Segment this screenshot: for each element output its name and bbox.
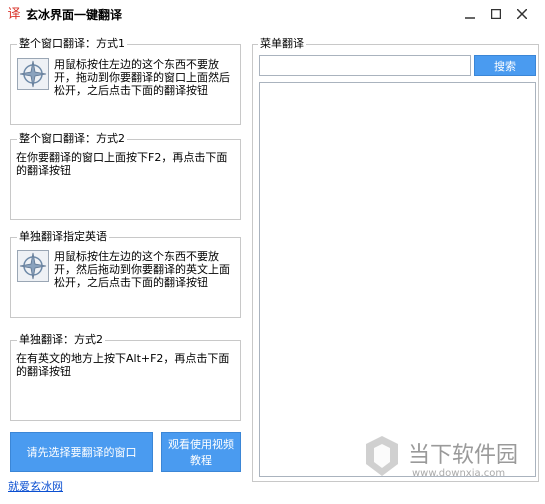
group-label: 整个窗口翻译：方式2 (17, 132, 127, 146)
minimize-icon (465, 17, 475, 19)
group-desc: 在有英文的地方上按下Alt+F2，再点击下面的翻译按钮 (16, 352, 230, 378)
watch-video-button[interactable]: 观看使用视频教程 (161, 432, 241, 472)
group-desc: 用鼠标按住左边的这个东西不要放开，拖动到你要翻译的窗口上面然后松开，之后点击下面… (54, 58, 230, 97)
close-icon (516, 8, 528, 20)
crosshair-icon (19, 252, 47, 280)
group-label: 单独翻译指定英语 (17, 230, 109, 244)
group-desc: 用鼠标按住左边的这个东西不要放开，然后拖动到你要翻译的英文上面松开，之后点击下面… (54, 250, 230, 289)
crosshair-icon (19, 60, 47, 88)
drag-target-english[interactable] (17, 250, 49, 282)
group-desc: 在你要翻译的窗口上面按下F2，再点击下面的翻译按钮 (16, 151, 228, 177)
search-button[interactable]: 搜索 (474, 55, 536, 76)
drag-target-window[interactable] (17, 58, 49, 90)
window-title: 玄冰界面一键翻译 (26, 8, 123, 22)
maximize-button[interactable] (486, 6, 506, 26)
app-icon: 译 (7, 7, 21, 22)
footer-link[interactable]: 就爱玄冰网 (8, 478, 63, 494)
watermark-url: www.downxia.com (412, 468, 506, 479)
maximize-icon (490, 8, 502, 20)
select-window-button[interactable]: 请先选择要翻译的窗口 (10, 432, 153, 472)
watermark-logo-icon (366, 436, 398, 476)
close-button[interactable] (512, 6, 532, 26)
group-label: 菜单翻译 (258, 37, 306, 51)
group-label: 单独翻译：方式2 (17, 333, 105, 347)
minimize-button[interactable] (460, 6, 480, 26)
watermark-text: 当下软件园 (408, 443, 519, 468)
search-input[interactable] (259, 55, 471, 76)
group-label: 整个窗口翻译：方式1 (17, 37, 127, 51)
translation-output[interactable] (259, 82, 536, 477)
